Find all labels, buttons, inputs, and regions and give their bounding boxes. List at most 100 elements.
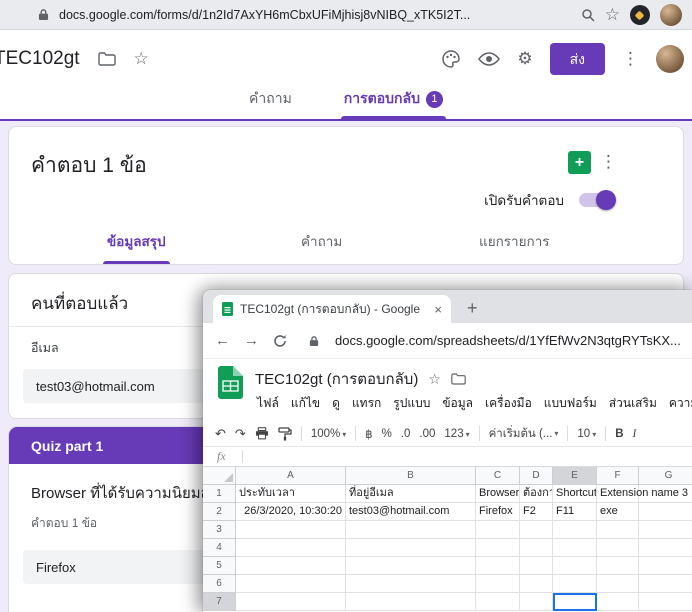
row-header-4[interactable]: 4 — [203, 539, 236, 557]
tab-responses[interactable]: การตอบกลับ 1 — [341, 88, 446, 119]
cell-D1[interactable]: ต้องการ f — [520, 485, 553, 503]
col-header-A[interactable]: A — [236, 467, 346, 485]
create-spreadsheet-icon[interactable]: + — [568, 151, 591, 174]
zoom-icon[interactable] — [581, 8, 595, 22]
cell-D2[interactable]: F2 — [520, 503, 553, 521]
sheets-menu-item-9[interactable]: ความช่วยเหล — [663, 394, 692, 413]
tab-close-icon[interactable]: × — [434, 302, 442, 317]
cell-F4[interactable] — [597, 539, 639, 557]
cell-G4[interactable] — [639, 539, 692, 557]
cell-F6[interactable] — [597, 575, 639, 593]
cell-G5[interactable] — [639, 557, 692, 575]
reload-icon[interactable] — [273, 334, 287, 348]
cell-A2[interactable]: 26/3/2020, 10:30:20 — [236, 503, 346, 521]
cell-G7[interactable] — [639, 593, 692, 611]
bold-button[interactable]: B — [615, 428, 623, 440]
redo-icon[interactable]: ↷ — [235, 426, 246, 442]
cell-E4[interactable] — [553, 539, 597, 557]
cell-A5[interactable] — [236, 557, 346, 575]
cell-E3[interactable] — [553, 521, 597, 539]
zoom-select[interactable]: 100%▾ — [311, 428, 346, 440]
font-select[interactable]: ค่าเริ่มต้น (...▾ — [489, 425, 559, 443]
col-header-E[interactable]: E — [553, 467, 597, 485]
cell-D6[interactable] — [520, 575, 553, 593]
row-header-7[interactable]: 7 — [203, 593, 236, 611]
sheets-menu-item-0[interactable]: ไฟล์ — [251, 394, 285, 413]
new-tab-icon[interactable]: + — [467, 298, 478, 323]
cell-E7[interactable] — [553, 593, 597, 611]
cell-A1[interactable]: ประทับเวลา — [236, 485, 346, 503]
cell-F1[interactable]: Extension name 3 — [597, 485, 639, 503]
percent-format-button[interactable]: % — [382, 428, 392, 440]
sheets-address-url[interactable]: docs.google.com/spreadsheets/d/1YfEfWv2N… — [335, 333, 680, 348]
currency-format-button[interactable]: ฿ — [365, 427, 372, 441]
decrease-decimal-button[interactable]: .0 — [401, 428, 411, 440]
increase-decimal-button[interactable]: .00 — [419, 428, 435, 440]
card-more-options-icon[interactable]: ⋮ — [600, 152, 617, 172]
accepting-responses-toggle[interactable] — [579, 193, 613, 207]
settings-gear-icon[interactable]: ⚙ — [517, 49, 532, 69]
cell-C2[interactable]: Firefox — [476, 503, 520, 521]
move-folder-icon[interactable] — [451, 373, 466, 385]
address-url[interactable]: docs.google.com/forms/d/1n2Id7AxYH6mCbxU… — [59, 8, 571, 22]
cell-B7[interactable] — [346, 593, 476, 611]
sheets-logo-icon[interactable] — [218, 366, 243, 399]
sheets-menu-item-1[interactable]: แก้ไข — [285, 394, 326, 413]
send-button[interactable]: ส่ง — [550, 43, 605, 75]
tab-questions[interactable]: คำถาม — [246, 88, 295, 119]
cell-C3[interactable] — [476, 521, 520, 539]
cell-A3[interactable] — [236, 521, 346, 539]
sheets-menu-item-3[interactable]: แทรก — [346, 394, 387, 413]
cell-F3[interactable] — [597, 521, 639, 539]
col-header-B[interactable]: B — [346, 467, 476, 485]
cell-B5[interactable] — [346, 557, 476, 575]
cell-G6[interactable] — [639, 575, 692, 593]
print-icon[interactable] — [255, 427, 269, 440]
cell-B2[interactable]: test03@hotmail.com — [346, 503, 476, 521]
cell-A4[interactable] — [236, 539, 346, 557]
cell-F2[interactable]: exe — [597, 503, 639, 521]
cell-B4[interactable] — [346, 539, 476, 557]
bookmark-star-icon[interactable]: ☆ — [605, 5, 620, 25]
italic-button[interactable]: I — [633, 428, 637, 440]
col-header-G[interactable]: G — [639, 467, 692, 485]
row-header-5[interactable]: 5 — [203, 557, 236, 575]
cell-F5[interactable] — [597, 557, 639, 575]
sheets-browser-tab[interactable]: TEC102gt (การตอบกลับ) - Google × — [213, 295, 451, 323]
row-header-2[interactable]: 2 — [203, 503, 236, 521]
cell-D3[interactable] — [520, 521, 553, 539]
lock-icon-2[interactable] — [309, 335, 319, 347]
cell-A6[interactable] — [236, 575, 346, 593]
row-header-6[interactable]: 6 — [203, 575, 236, 593]
preview-eye-icon[interactable] — [478, 51, 500, 67]
cell-B6[interactable] — [346, 575, 476, 593]
cell-B1[interactable]: ที่อยู่อีเมล — [346, 485, 476, 503]
doc-star-icon[interactable]: ☆ — [428, 371, 441, 388]
cell-C6[interactable] — [476, 575, 520, 593]
subtab-question[interactable]: คำถาม — [297, 230, 346, 264]
profile-avatar[interactable] — [660, 4, 682, 26]
col-header-C[interactable]: C — [476, 467, 520, 485]
undo-icon[interactable]: ↶ — [215, 426, 226, 442]
profile-avatar-2[interactable] — [656, 45, 684, 73]
sheets-menu-item-7[interactable]: แบบฟอร์ม — [538, 394, 603, 413]
star-icon[interactable]: ☆ — [134, 49, 149, 69]
form-title[interactable]: TEC102gt — [0, 48, 80, 70]
cell-C5[interactable] — [476, 557, 520, 575]
cell-E2[interactable]: F11 — [553, 503, 597, 521]
sheets-doc-title[interactable]: TEC102gt (การตอบกลับ) — [255, 367, 418, 391]
forward-icon[interactable]: → — [244, 332, 259, 349]
sheets-menu-item-8[interactable]: ส่วนเสริม — [603, 394, 663, 413]
cell-E1[interactable]: Shortcut — [553, 485, 597, 503]
cell-E5[interactable] — [553, 557, 597, 575]
extension-icon[interactable] — [630, 5, 650, 25]
folder-icon[interactable] — [98, 52, 116, 66]
more-options-icon[interactable]: ⋮ — [622, 49, 639, 69]
cell-F7[interactable] — [597, 593, 639, 611]
cell-E6[interactable] — [553, 575, 597, 593]
cell-C1[interactable]: Browser — [476, 485, 520, 503]
row-header-1[interactable]: 1 — [203, 485, 236, 503]
cell-G2[interactable] — [639, 503, 692, 521]
cell-C4[interactable] — [476, 539, 520, 557]
row-header-3[interactable]: 3 — [203, 521, 236, 539]
